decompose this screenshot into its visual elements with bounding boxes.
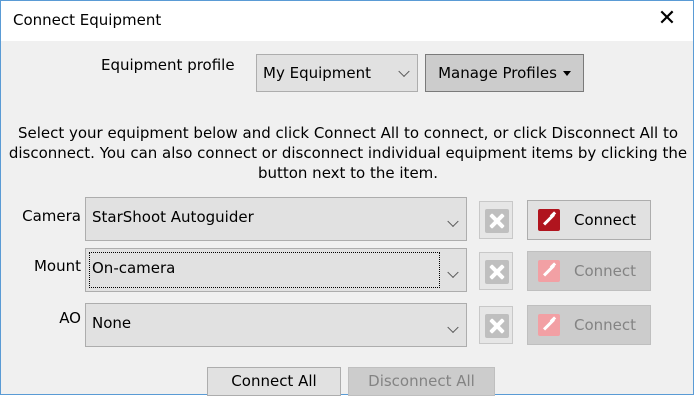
connect-all-button[interactable]: Connect All: [207, 367, 341, 396]
plug-icon: [538, 260, 560, 282]
close-icon[interactable]: ✕: [655, 7, 679, 31]
camera-connect-label: Connect: [574, 211, 637, 229]
camera-setup-button[interactable]: [479, 201, 513, 239]
mount-label: Mount: [33, 257, 81, 275]
chevron-down-icon: [447, 266, 459, 279]
mount-connect-button[interactable]: Connect: [527, 251, 651, 291]
mount-select[interactable]: On-camera: [85, 248, 467, 292]
mount-setup-button[interactable]: [479, 252, 513, 290]
ao-select[interactable]: None: [85, 303, 467, 347]
equipment-profile-label: Equipment profile: [101, 56, 235, 74]
mount-connect-label: Connect: [574, 262, 637, 280]
chevron-down-icon: [447, 321, 459, 334]
ao-value: None: [92, 314, 132, 332]
camera-select[interactable]: StarShoot Autoguider: [85, 197, 467, 241]
window-title: Connect Equipment: [13, 11, 162, 29]
mount-value: On-camera: [92, 259, 176, 277]
equipment-profile-select[interactable]: My Equipment: [256, 54, 418, 92]
manage-profiles-label: Manage Profiles: [438, 64, 557, 82]
ao-label: AO: [59, 309, 81, 327]
manage-profiles-button[interactable]: Manage Profiles: [425, 54, 584, 92]
disconnect-all-button[interactable]: Disconnect All: [348, 367, 495, 396]
camera-value: StarShoot Autoguider: [92, 208, 254, 226]
chevron-down-icon: [447, 215, 459, 228]
plug-icon: [538, 209, 560, 231]
equipment-profile-value: My Equipment: [263, 64, 372, 82]
ao-connect-label: Connect: [574, 316, 637, 334]
caret-down-icon: [562, 71, 571, 76]
plug-icon: [538, 314, 560, 336]
instructions-text: Select your equipment below and click Co…: [8, 124, 688, 182]
title-bar: Connect Equipment ✕: [1, 1, 693, 41]
ao-connect-button[interactable]: Connect: [527, 305, 651, 345]
chevron-down-icon: [398, 65, 410, 78]
ao-setup-button[interactable]: [479, 306, 513, 344]
connect-equipment-dialog: Connect Equipment ✕ Equipment profile My…: [0, 0, 694, 396]
camera-connect-button[interactable]: Connect: [527, 200, 651, 240]
camera-label: Camera: [22, 207, 81, 225]
